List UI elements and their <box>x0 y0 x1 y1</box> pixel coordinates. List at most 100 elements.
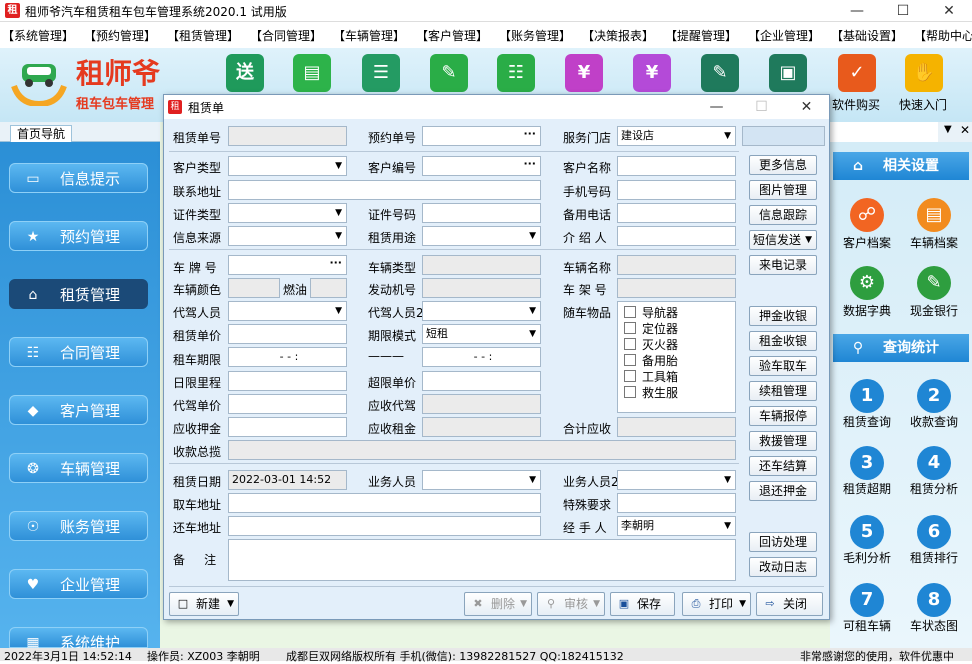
print-button[interactable]: ⎙ 打印 ▼ <box>682 592 751 616</box>
stat-7-icon[interactable]: 7 <box>850 583 884 617</box>
menu-report[interactable]: 【决策报表】 <box>582 27 654 44</box>
dialog-close-button[interactable]: ✕ <box>784 95 829 119</box>
edit-icon[interactable]: ✎ <box>430 54 468 92</box>
deposit-field[interactable] <box>228 417 347 437</box>
lease-ranking-label[interactable]: 租赁排行 <box>899 549 969 566</box>
sales-select[interactable]: ▼ <box>422 470 541 490</box>
menu-customer[interactable]: 【客户管理】 <box>416 27 488 44</box>
download-yen-icon[interactable]: ¥ <box>633 54 671 92</box>
minimize-button[interactable]: — <box>834 0 880 22</box>
mobile-field[interactable] <box>617 180 736 200</box>
ellipsis-icon[interactable]: ··· <box>329 256 342 272</box>
margin-analysis-label[interactable]: 毛利分析 <box>832 549 902 566</box>
pickup-field[interactable] <box>228 493 541 513</box>
customer-file-label[interactable]: 客户档案 <box>832 234 902 251</box>
nav-vehicle[interactable]: ❂ 车辆管理 <box>9 453 148 483</box>
data-dictionary-label[interactable]: 数据字典 <box>832 302 902 319</box>
scan-icon[interactable]: ▣ <box>769 54 807 92</box>
deposit-cashier-button[interactable]: 押金收银 <box>749 306 817 326</box>
vehicle-file-icon[interactable]: ▤ <box>917 198 951 232</box>
stat-8-icon[interactable]: 8 <box>917 583 951 617</box>
clipboard-icon[interactable]: ✎ <box>701 54 739 92</box>
stat-6-icon[interactable]: 6 <box>917 515 951 549</box>
menu-settings[interactable]: 【基础设置】 <box>831 27 903 44</box>
backup-phone-field[interactable] <box>617 203 736 223</box>
sms-send-button[interactable]: 短信发送 ▼ <box>749 230 817 250</box>
quick-start-label[interactable]: 快速入门 <box>899 96 947 113</box>
nav-maintenance[interactable]: ▦ 系统维护 <box>9 627 148 652</box>
cash-bank-label[interactable]: 现金银行 <box>899 302 969 319</box>
vehicle-suspend-button[interactable]: 车辆报停 <box>749 406 817 426</box>
source-select[interactable]: ▼ <box>228 226 347 246</box>
menu-lease[interactable]: 【租赁管理】 <box>167 27 239 44</box>
nav-enterprise[interactable]: ♥ 企业管理 <box>9 569 148 599</box>
dialog-maximize-button[interactable]: ☐ <box>739 95 784 119</box>
lease-query-label[interactable]: 租赁查询 <box>832 413 902 430</box>
stat-1-icon[interactable]: 1 <box>850 379 884 413</box>
driver-select[interactable]: ▼ <box>228 301 347 321</box>
menu-reserve[interactable]: 【预约管理】 <box>84 27 156 44</box>
maximize-button[interactable]: ☐ <box>880 0 926 22</box>
id-type-select[interactable]: ▼ <box>228 203 347 223</box>
stat-2-icon[interactable]: 2 <box>917 379 951 413</box>
customer-file-icon[interactable]: ☍ <box>850 198 884 232</box>
menu-system[interactable]: 【系统管理】 <box>2 27 74 44</box>
extinguisher-checkbox[interactable] <box>624 338 636 350</box>
reserve-no-field[interactable]: ··· <box>422 126 541 146</box>
car-status-label[interactable]: 车状态图 <box>899 617 969 634</box>
buy-software-icon[interactable]: ✓ <box>838 54 876 92</box>
store-select[interactable]: 建设店 ▼ <box>617 126 736 146</box>
audit-button[interactable]: ⚲ 审核 ▼ <box>537 592 605 616</box>
menu-vehicle[interactable]: 【车辆管理】 <box>333 27 405 44</box>
period-mode-select[interactable]: 短租 ▼ <box>422 324 541 344</box>
more-info-button[interactable]: 更多信息 <box>749 155 817 175</box>
rescue-manage-button[interactable]: 救援管理 <box>749 431 817 451</box>
new-button[interactable]: □ 新建 ▼ <box>169 592 239 616</box>
close-window-button[interactable]: ✕ <box>926 0 972 22</box>
nav-reserve[interactable]: ★ 预约管理 <box>9 221 148 251</box>
delivery-truck-icon[interactable]: 送 <box>226 54 264 92</box>
customer-no-field[interactable]: ··· <box>422 156 541 176</box>
delete-button[interactable]: ✖ 删除 ▼ <box>464 592 532 616</box>
document-icon[interactable]: ☰ <box>362 54 400 92</box>
period-start-field[interactable]: - - : <box>228 347 347 367</box>
inspect-pickup-button[interactable]: 验车取车 <box>749 356 817 376</box>
purpose-select[interactable]: ▼ <box>422 226 541 246</box>
cash-bank-icon[interactable]: ✎ <box>917 266 951 300</box>
available-cars-label[interactable]: 可租车辆 <box>832 617 902 634</box>
nav-customer[interactable]: ◆ 客户管理 <box>9 395 148 425</box>
nav-info[interactable]: ▭ 信息提示 <box>9 163 148 193</box>
customer-name-field[interactable] <box>617 156 736 176</box>
rent-cashier-button[interactable]: 租金收银 <box>749 331 817 351</box>
invoice-yen-icon[interactable]: ¥ <box>565 54 603 92</box>
save-button[interactable]: ▣ 保存 <box>610 592 675 616</box>
change-log-button[interactable]: 改动日志 <box>749 557 817 577</box>
data-dictionary-icon[interactable]: ⚙ <box>850 266 884 300</box>
follow-up-button[interactable]: 回访处理 <box>749 532 817 552</box>
ellipsis-icon[interactable]: ··· <box>523 127 536 143</box>
renew-lease-button[interactable]: 续租管理 <box>749 381 817 401</box>
nav-contract[interactable]: ☷ 合同管理 <box>9 337 148 367</box>
menu-enterprise[interactable]: 【企业管理】 <box>748 27 820 44</box>
vehicle-file-label[interactable]: 车辆档案 <box>899 234 969 251</box>
unit-price-field[interactable] <box>228 324 347 344</box>
panel-dropdown-icon[interactable]: ▼ <box>944 124 952 135</box>
day-limit-field[interactable] <box>228 371 347 391</box>
menu-contract[interactable]: 【合同管理】 <box>250 27 322 44</box>
quick-start-hand-icon[interactable]: ✋ <box>905 54 943 92</box>
refund-deposit-button[interactable]: 退还押金 <box>749 481 817 501</box>
tab-home-navigation[interactable]: 首页导航 <box>10 125 72 143</box>
period-end-field[interactable]: - - : <box>422 347 541 367</box>
stat-4-icon[interactable]: 4 <box>917 446 951 480</box>
lease-analysis-label[interactable]: 租赁分析 <box>899 480 969 497</box>
info-track-button[interactable]: 信息跟踪 <box>749 205 817 225</box>
cart-list-icon[interactable]: ☷ <box>497 54 535 92</box>
life-jacket-checkbox[interactable] <box>624 386 636 398</box>
lease-overdue-label[interactable]: 租赁超期 <box>832 480 902 497</box>
address-field[interactable] <box>228 180 541 200</box>
over-price-field[interactable] <box>422 371 541 391</box>
dialog-minimize-button[interactable]: — <box>694 95 739 119</box>
id-no-field[interactable] <box>422 203 541 223</box>
toolbox-checkbox[interactable] <box>624 370 636 382</box>
call-log-button[interactable]: 来电记录 <box>749 255 817 275</box>
